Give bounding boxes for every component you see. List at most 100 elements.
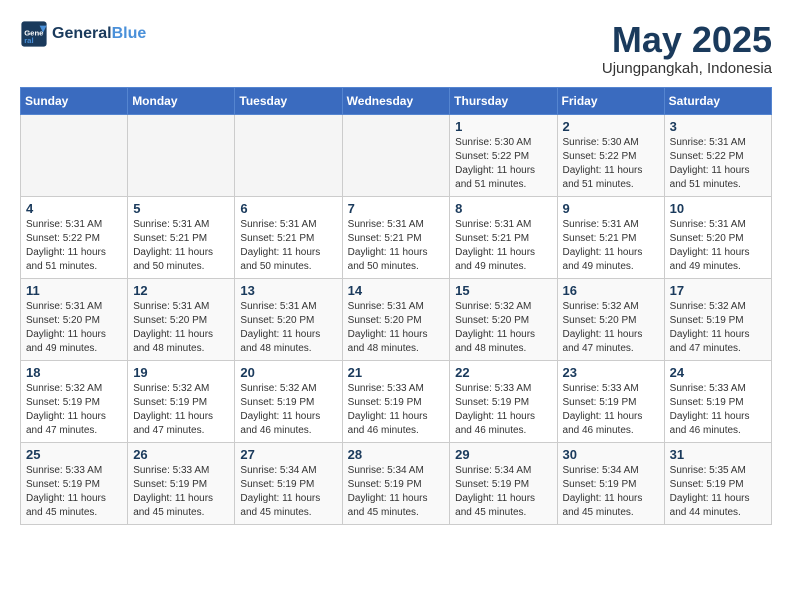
calendar-cell: 13 Sunrise: 5:31 AMSunset: 5:20 PMDayligh… bbox=[235, 278, 342, 360]
day-number: 13 bbox=[240, 283, 336, 298]
day-info: Sunrise: 5:33 AMSunset: 5:19 PMDaylight:… bbox=[348, 382, 445, 438]
calendar-cell: 27Sunrise: 5:34 AMSunset: 5:19 PMDayligh… bbox=[235, 442, 342, 524]
day-info: Sunrise: 5:32 AMSunset: 5:19 PMDaylight:… bbox=[670, 300, 766, 356]
calendar-cell: 23Sunrise: 5:33 AMSunset: 5:19 PMDayligh… bbox=[557, 360, 664, 442]
day-info: Sunrise: 5:31 AMSunset: 5:21 PMDaylight:… bbox=[563, 218, 659, 274]
day-info: Sunrise: 5:34 AMSunset: 5:19 PMDaylight:… bbox=[563, 464, 659, 520]
day-number: 9 bbox=[563, 201, 659, 216]
day-number: 20 bbox=[240, 365, 336, 380]
day-info: Sunrise: 5:31 AMSunset: 5:22 PMDaylight:… bbox=[670, 136, 766, 192]
calendar-cell bbox=[342, 114, 450, 196]
weekday-friday: Friday bbox=[557, 87, 664, 114]
day-info: Sunrise: 5:33 AMSunset: 5:19 PMDaylight:… bbox=[670, 382, 766, 438]
calendar-cell: 24 Sunrise: 5:33 AMSunset: 5:19 PMDayligh… bbox=[664, 360, 771, 442]
day-info: Sunrise: 5:33 AMSunset: 5:19 PMDaylight:… bbox=[133, 464, 229, 520]
calendar-cell: 5Sunrise: 5:31 AMSunset: 5:21 PMDaylight… bbox=[128, 196, 235, 278]
day-info: Sunrise: 5:31 AMSunset: 5:22 PMDaylight:… bbox=[26, 218, 122, 274]
weekday-wednesday: Wednesday bbox=[342, 87, 450, 114]
day-info: Sunrise: 5:35 AMSunset: 5:19 PMDaylight:… bbox=[670, 464, 766, 520]
calendar-cell: 9 Sunrise: 5:31 AMSunset: 5:21 PMDaylight… bbox=[557, 196, 664, 278]
day-info: Sunrise: 5:31 AMSunset: 5:20 PMDaylight:… bbox=[240, 300, 336, 356]
calendar-week-5: 25 Sunrise: 5:33 AMSunset: 5:19 PMDayligh… bbox=[21, 442, 772, 524]
calendar-week-4: 18 Sunrise: 5:32 AMSunset: 5:19 PMDayligh… bbox=[21, 360, 772, 442]
day-info: Sunrise: 5:32 AMSunset: 5:20 PMDaylight:… bbox=[563, 300, 659, 356]
day-number: 25 bbox=[26, 447, 122, 462]
day-number: 1 bbox=[455, 119, 551, 134]
logo-general: General bbox=[52, 25, 112, 42]
calendar-cell: 20 Sunrise: 5:32 AMSunset: 5:19 PMDayligh… bbox=[235, 360, 342, 442]
calendar-cell: 22Sunrise: 5:33 AMSunset: 5:19 PMDayligh… bbox=[450, 360, 557, 442]
calendar-cell: 3 Sunrise: 5:31 AMSunset: 5:22 PMDaylight… bbox=[664, 114, 771, 196]
day-info: Sunrise: 5:31 AMSunset: 5:21 PMDaylight:… bbox=[240, 218, 336, 274]
calendar-cell bbox=[21, 114, 128, 196]
calendar-cell bbox=[235, 114, 342, 196]
weekday-tuesday: Tuesday bbox=[235, 87, 342, 114]
day-number: 8 bbox=[455, 201, 551, 216]
day-number: 28 bbox=[348, 447, 445, 462]
day-info: Sunrise: 5:30 AMSunset: 5:22 PMDaylight:… bbox=[563, 136, 659, 192]
day-number: 15 bbox=[455, 283, 551, 298]
day-number: 19 bbox=[133, 365, 229, 380]
calendar-cell: 31 Sunrise: 5:35 AMSunset: 5:19 PMDayligh… bbox=[664, 442, 771, 524]
calendar-week-3: 11 Sunrise: 5:31 AMSunset: 5:20 PMDayligh… bbox=[21, 278, 772, 360]
day-info: Sunrise: 5:31 AMSunset: 5:20 PMDaylight:… bbox=[670, 218, 766, 274]
month-title: May 2025 bbox=[602, 20, 772, 60]
day-number: 3 bbox=[670, 119, 766, 134]
calendar-cell: 17 Sunrise: 5:32 AMSunset: 5:19 PMDayligh… bbox=[664, 278, 771, 360]
day-number: 29 bbox=[455, 447, 551, 462]
day-number: 14 bbox=[348, 283, 445, 298]
calendar-cell: 18 Sunrise: 5:32 AMSunset: 5:19 PMDayligh… bbox=[21, 360, 128, 442]
calendar-cell: 30Sunrise: 5:34 AMSunset: 5:19 PMDayligh… bbox=[557, 442, 664, 524]
weekday-header-row: SundayMondayTuesdayWednesdayThursdayFrid… bbox=[21, 87, 772, 114]
calendar-cell: 21 Sunrise: 5:33 AMSunset: 5:19 PMDayligh… bbox=[342, 360, 450, 442]
calendar-cell: 26 Sunrise: 5:33 AMSunset: 5:19 PMDayligh… bbox=[128, 442, 235, 524]
day-number: 2 bbox=[563, 119, 659, 134]
day-number: 11 bbox=[26, 283, 122, 298]
calendar-cell: 19Sunrise: 5:32 AMSunset: 5:19 PMDayligh… bbox=[128, 360, 235, 442]
day-info: Sunrise: 5:32 AMSunset: 5:19 PMDaylight:… bbox=[240, 382, 336, 438]
day-info: Sunrise: 5:33 AMSunset: 5:19 PMDaylight:… bbox=[26, 464, 122, 520]
day-info: Sunrise: 5:34 AMSunset: 5:19 PMDaylight:… bbox=[348, 464, 445, 520]
day-info: Sunrise: 5:30 AMSunset: 5:22 PMDaylight:… bbox=[455, 136, 551, 192]
day-number: 7 bbox=[348, 201, 445, 216]
calendar-cell: 16 Sunrise: 5:32 AMSunset: 5:20 PMDayligh… bbox=[557, 278, 664, 360]
calendar-cell: 7 Sunrise: 5:31 AMSunset: 5:21 PMDaylight… bbox=[342, 196, 450, 278]
calendar-week-1: 1 Sunrise: 5:30 AMSunset: 5:22 PMDaylight… bbox=[21, 114, 772, 196]
day-number: 10 bbox=[670, 201, 766, 216]
day-info: Sunrise: 5:31 AMSunset: 5:21 PMDaylight:… bbox=[348, 218, 445, 274]
calendar-cell: 15 Sunrise: 5:32 AMSunset: 5:20 PMDayligh… bbox=[450, 278, 557, 360]
calendar-cell: 28 Sunrise: 5:34 AMSunset: 5:19 PMDayligh… bbox=[342, 442, 450, 524]
day-number: 17 bbox=[670, 283, 766, 298]
calendar-cell: 29Sunrise: 5:34 AMSunset: 5:19 PMDayligh… bbox=[450, 442, 557, 524]
title-block: May 2025 Ujungpangkah, Indonesia bbox=[602, 20, 772, 77]
day-info: Sunrise: 5:31 AMSunset: 5:21 PMDaylight:… bbox=[133, 218, 229, 274]
calendar-table: SundayMondayTuesdayWednesdayThursdayFrid… bbox=[20, 87, 772, 525]
day-number: 18 bbox=[26, 365, 122, 380]
day-info: Sunrise: 5:32 AMSunset: 5:20 PMDaylight:… bbox=[455, 300, 551, 356]
day-number: 31 bbox=[670, 447, 766, 462]
calendar-cell: 2 Sunrise: 5:30 AMSunset: 5:22 PMDaylight… bbox=[557, 114, 664, 196]
calendar-cell bbox=[128, 114, 235, 196]
day-info: Sunrise: 5:31 AMSunset: 5:20 PMDaylight:… bbox=[133, 300, 229, 356]
calendar-cell: 11 Sunrise: 5:31 AMSunset: 5:20 PMDayligh… bbox=[21, 278, 128, 360]
calendar-cell: 6 Sunrise: 5:31 AMSunset: 5:21 PMDaylight… bbox=[235, 196, 342, 278]
day-number: 16 bbox=[563, 283, 659, 298]
day-number: 21 bbox=[348, 365, 445, 380]
day-number: 23 bbox=[563, 365, 659, 380]
svg-text:ral: ral bbox=[24, 36, 33, 45]
day-number: 6 bbox=[240, 201, 336, 216]
logo: Gene ral GeneralBlue bbox=[20, 20, 146, 48]
weekday-sunday: Sunday bbox=[21, 87, 128, 114]
weekday-thursday: Thursday bbox=[450, 87, 557, 114]
day-info: Sunrise: 5:31 AMSunset: 5:21 PMDaylight:… bbox=[455, 218, 551, 274]
calendar-week-2: 4Sunrise: 5:31 AMSunset: 5:22 PMDaylight… bbox=[21, 196, 772, 278]
day-info: Sunrise: 5:32 AMSunset: 5:19 PMDaylight:… bbox=[26, 382, 122, 438]
calendar-cell: 10 Sunrise: 5:31 AMSunset: 5:20 PMDayligh… bbox=[664, 196, 771, 278]
day-number: 24 bbox=[670, 365, 766, 380]
calendar-cell: 25 Sunrise: 5:33 AMSunset: 5:19 PMDayligh… bbox=[21, 442, 128, 524]
page-header: Gene ral GeneralBlue May 2025 Ujungpangk… bbox=[20, 20, 772, 77]
calendar-cell: 8 Sunrise: 5:31 AMSunset: 5:21 PMDaylight… bbox=[450, 196, 557, 278]
calendar-cell: 14Sunrise: 5:31 AMSunset: 5:20 PMDayligh… bbox=[342, 278, 450, 360]
day-info: Sunrise: 5:31 AMSunset: 5:20 PMDaylight:… bbox=[26, 300, 122, 356]
day-number: 26 bbox=[133, 447, 229, 462]
